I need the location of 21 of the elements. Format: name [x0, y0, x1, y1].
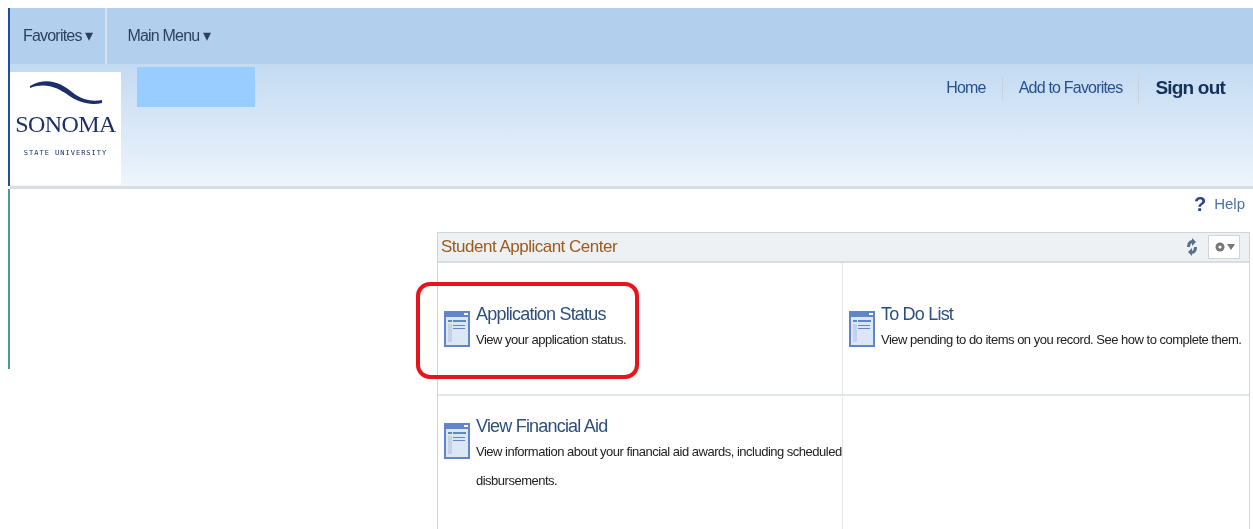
document-icon — [849, 311, 875, 347]
help-icon[interactable]: ? — [1193, 194, 1207, 215]
document-icon — [444, 423, 470, 459]
caret-icon — [1226, 244, 1235, 250]
header-link[interactable]: Sign out — [1138, 74, 1241, 103]
tile-title-link[interactable]: Application Status — [476, 303, 842, 325]
header-link[interactable]: Add to Favorites — [1001, 76, 1139, 101]
tile-description: View pending to do items on you record. See how to complete them. — [881, 331, 1242, 349]
tile-description: View your application status. — [476, 331, 628, 349]
tile-description: View information about your financial aid awards, including scheduled disbursements. — [476, 443, 842, 490]
tile-title-link[interactable]: View Financial Aid — [476, 415, 842, 437]
help-link[interactable]: Help — [1214, 193, 1245, 216]
tile-title-link[interactable]: To Do List — [881, 303, 1242, 325]
nav-menu[interactable]: Main Menu ▾ — [107, 8, 231, 64]
document-icon — [444, 311, 470, 347]
settings-menu-button[interactable] — [1208, 235, 1240, 259]
wave-icon — [27, 78, 104, 106]
refresh-icon[interactable] — [1186, 238, 1198, 256]
panel-title: Student Applicant Center — [441, 236, 619, 259]
logo-name: SONOMA — [15, 112, 116, 136]
header-link[interactable]: Home — [930, 76, 1002, 101]
